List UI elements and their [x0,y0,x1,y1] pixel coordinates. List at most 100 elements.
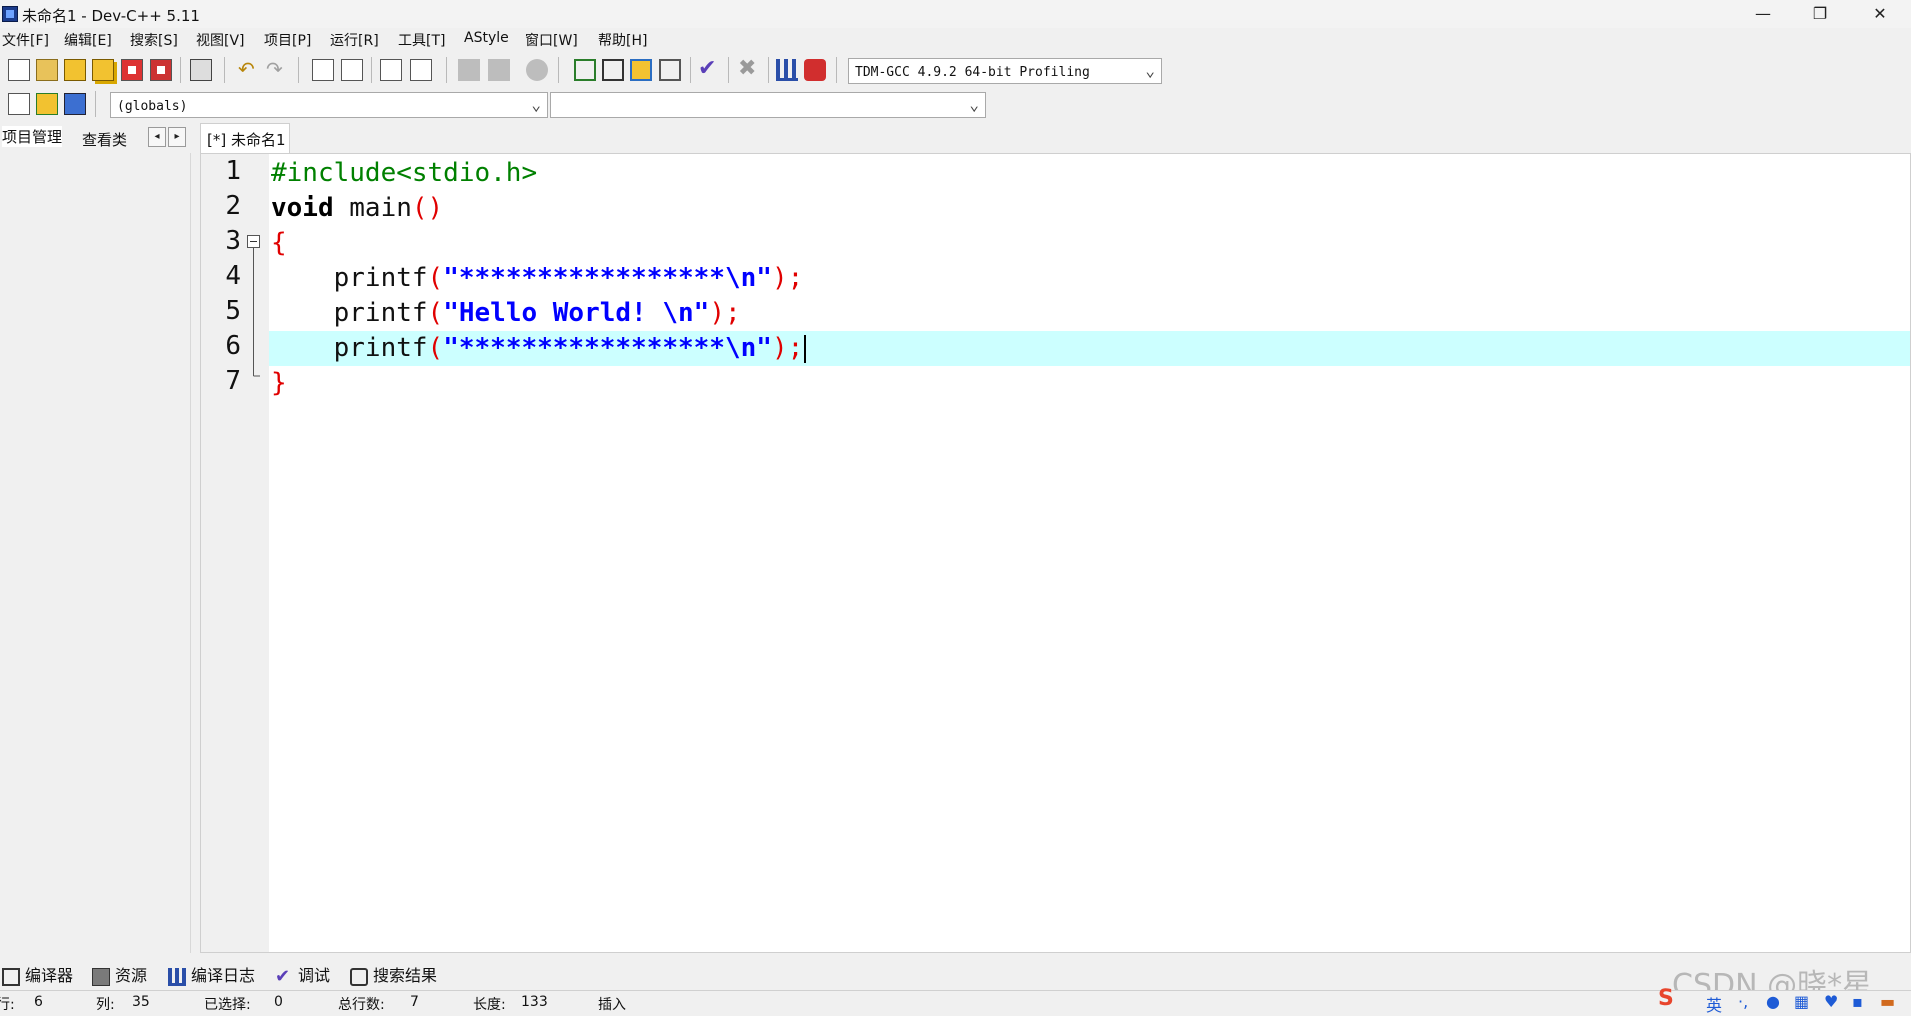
fold-marker-icon[interactable] [246,234,262,384]
menu-project[interactable]: 项目[P] [264,30,311,50]
close-file-icon[interactable] [121,59,143,81]
code-token: printf [271,263,428,293]
menu-edit[interactable]: 编辑[E] [64,30,112,50]
tab-compile-log[interactable]: 编译日志 [168,962,255,986]
code-line: #include<stdio.h> [271,156,537,191]
toolbar-divider [728,57,729,83]
devcpp-app-icon [2,6,18,22]
status-selected-label: 已选择: [204,997,251,1013]
print-icon[interactable] [190,59,212,81]
goto-line-icon[interactable] [380,59,402,81]
rebuild-all-icon[interactable] [659,59,681,81]
title-bar: 未命名1 - Dev-C++ 5.11 — ❐ ✕ [0,0,1911,28]
open-file-icon[interactable] [36,59,58,81]
menu-astyle[interactable]: AStyle [464,30,509,46]
replace-icon[interactable] [341,59,363,81]
menu-view[interactable]: 视图[V] [196,30,245,50]
toolbar-divider [768,57,769,83]
tab-class-browser[interactable]: 查看类 [82,129,127,150]
toolbar-divider [224,57,225,83]
new-file-icon[interactable] [8,59,30,81]
keyboard-icon[interactable]: ▦ [1794,992,1809,1011]
menu-help[interactable]: 帮助[H] [598,30,647,50]
microphone-icon[interactable]: ● [1766,992,1780,1011]
tab-compiler[interactable]: 编译器 [2,962,73,986]
editor-tab-label: [*] 未命名1 [207,131,286,149]
editor-tab[interactable]: [*] 未命名1 [200,123,290,153]
code-token: ( [427,263,444,293]
toggle-bookmark-icon[interactable] [36,93,58,115]
close-button[interactable]: ✕ [1857,0,1903,28]
toolbox-icon[interactable]: ▪ [1852,992,1863,1011]
line-number: 5 [225,296,241,326]
scope-select[interactable]: (globals) ⌄ [110,92,548,118]
code-token: "*****************\n" [443,333,772,363]
line-number: 1 [225,156,241,186]
undo-icon[interactable]: ↶ [238,59,260,81]
run-icon[interactable] [602,59,624,81]
goto-bookmark-list-icon[interactable] [64,93,86,115]
redo-icon[interactable]: ↷ [266,59,288,81]
compiler-select-value: TDM-GCC 4.9.2 64-bit Profiling [855,65,1090,80]
skin-icon[interactable]: ♥ [1824,992,1838,1011]
menu-tools[interactable]: 工具[T] [398,30,445,50]
chevron-down-icon: ⌄ [1145,61,1155,80]
stop-execution-icon[interactable]: ✖ [738,58,760,81]
tab-project-manager[interactable]: 项目管理 [2,126,63,147]
line-number: 3 [225,226,241,256]
tab-search-results[interactable]: 搜索结果 [350,962,437,986]
compiler-icon [2,967,20,986]
status-col-value: 35 [132,994,150,1010]
line-number-gutter: 1 2 3 4 5 6 7 [201,154,269,952]
status-length-value: 133 [521,994,548,1010]
toolbar-divider [180,57,181,83]
code-editor[interactable]: 1 2 3 4 5 6 7 #include<stdio.h> void main… [200,153,1911,953]
status-row-label: 行: [0,997,15,1013]
code-token: printf [271,333,428,363]
toolbar-divider [558,57,559,83]
syntax-check-icon[interactable]: ✔ [698,58,720,81]
compile-run-icon[interactable] [630,59,652,81]
menu-search[interactable]: 搜索[S] [130,30,178,50]
tab-search-results-label: 搜索结果 [373,966,438,985]
more-icon[interactable]: ▬ [1880,992,1895,1011]
compiler-select[interactable]: TDM-GCC 4.9.2 64-bit Profiling ⌄ [848,58,1162,84]
menu-run[interactable]: 运行[R] [330,30,379,50]
status-length-label: 长度: [473,997,506,1013]
project-add-icon[interactable] [458,59,480,81]
project-tree[interactable] [0,153,191,953]
tab-scroll-left-button[interactable]: ◂ [148,127,166,147]
ime-language[interactable]: 英 [1706,992,1722,1016]
close-all-icon[interactable] [150,59,172,81]
save-icon[interactable] [64,59,86,81]
code-area[interactable]: #include<stdio.h> void main(){ printf("**… [269,154,1910,952]
menu-file[interactable]: 文件[F] [2,30,49,50]
code-line: } [271,366,287,401]
tab-scroll-right-button[interactable]: ▸ [168,127,186,147]
search-results-icon [350,967,368,986]
project-remove-icon[interactable] [488,59,510,81]
member-select[interactable]: ⌄ [550,92,986,118]
compile-icon[interactable] [574,59,596,81]
line-number: 2 [225,191,241,221]
find-icon[interactable] [312,59,334,81]
chevron-down-icon: ⌄ [969,95,979,114]
status-selected-value: 0 [274,994,283,1010]
goto-bookmark-icon[interactable] [410,59,432,81]
tab-resources[interactable]: 资源 [92,962,147,986]
sogou-logo-icon[interactable]: S [1658,986,1674,1011]
toolbar-divider [298,57,299,83]
insert-icon[interactable] [8,93,30,115]
status-total-lines-label: 总行数: [338,997,385,1013]
code-token: #include<stdio.h> [271,158,538,188]
save-all-icon[interactable] [92,59,114,81]
profile-analysis-icon[interactable] [776,59,798,81]
project-options-icon[interactable] [526,59,548,81]
minimize-button[interactable]: — [1740,0,1786,28]
punctuation-icon[interactable]: ·, [1738,992,1748,1011]
menu-window[interactable]: 窗口[W] [525,30,578,50]
tab-debug[interactable]: ✔ 调试 [275,962,330,986]
maximize-button[interactable]: ❐ [1797,0,1843,28]
delete-profile-icon[interactable] [804,59,826,81]
resources-icon [92,967,110,986]
